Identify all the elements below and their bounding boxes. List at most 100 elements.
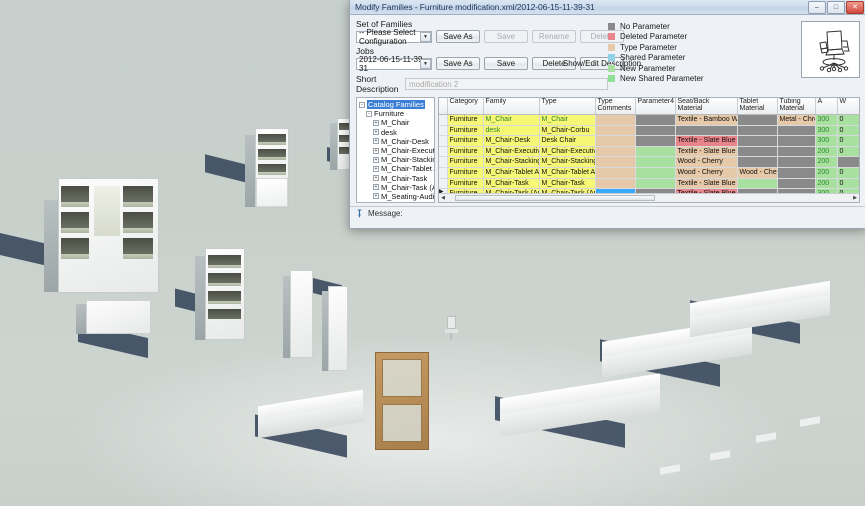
furniture-chair[interactable] <box>710 448 730 464</box>
table-cell[interactable]: 200 <box>815 156 838 168</box>
table-cell[interactable]: 200 <box>815 167 838 179</box>
pin-icon[interactable] <box>355 209 364 218</box>
table-cell[interactable] <box>737 125 778 137</box>
table-cell[interactable] <box>635 156 676 168</box>
table-cell[interactable]: 0 <box>837 135 859 147</box>
furniture-chair[interactable] <box>756 430 776 446</box>
tree-expander-icon[interactable]: - <box>359 101 365 108</box>
table-cell[interactable] <box>777 178 816 190</box>
table-cell[interactable]: 0 <box>837 114 859 126</box>
table-cell[interactable] <box>737 146 778 158</box>
furniture-bookcase-tall[interactable] <box>195 248 245 340</box>
row-selector[interactable] <box>439 178 448 190</box>
col-type-comments[interactable]: Type Comments <box>595 98 636 115</box>
table-cell[interactable] <box>595 135 636 147</box>
furniture-slab[interactable] <box>258 389 363 439</box>
set-of-families-combo[interactable]: -- Please Select Configuration ▼ <box>356 28 432 46</box>
tree-expander-icon[interactable]: + <box>373 193 379 200</box>
table-cell[interactable]: 200 <box>815 178 838 190</box>
table-cell[interactable]: M_Chair <box>539 114 596 126</box>
tree-node-m-seating-auditorium[interactable]: + M_Seating-Auditorium <box>359 192 434 201</box>
title-bar[interactable]: Modify Families - Furniture modification… <box>350 0 865 15</box>
table-cell[interactable]: M_Chair-Tablet Arm <box>539 167 596 179</box>
table-cell[interactable]: Furniture <box>447 146 484 158</box>
tree-expander-icon[interactable]: + <box>373 138 379 145</box>
table-cell[interactable]: 0 <box>837 178 859 190</box>
table-cell[interactable]: Furniture <box>447 114 484 126</box>
furniture-box[interactable] <box>76 300 151 334</box>
tree-node-m-chair-executive[interactable]: + M_Chair-Executive <box>359 146 434 155</box>
table-cell[interactable]: M_Chair-Corbu <box>539 125 596 137</box>
table-cell[interactable]: Textile - Bamboo Weave <box>675 114 738 126</box>
set-of-families-value[interactable]: -- Please Select Configuration <box>356 28 432 46</box>
furniture-door[interactable] <box>375 352 429 450</box>
tree-node-m-chair-tablet-arm[interactable]: + M_Chair-Tablet Arm <box>359 164 434 173</box>
furniture-bench[interactable] <box>690 280 830 338</box>
minimize-icon[interactable]: – <box>808 1 826 14</box>
jobs-combo[interactable]: 2012-06-15-11-39-31 ▼ <box>356 55 432 73</box>
furniture-bench[interactable] <box>602 318 752 378</box>
modify-families-dialog[interactable]: Modify Families - Furniture modification… <box>349 0 865 229</box>
table-cell[interactable] <box>737 135 778 147</box>
tree-expander-icon[interactable]: + <box>373 129 379 136</box>
tree-expander-icon[interactable]: + <box>373 119 379 126</box>
table-cell[interactable]: Desk Chair <box>539 135 596 147</box>
tree-node-m-chair-task-arms[interactable]: + M_Chair-Task (Arms) <box>359 183 434 192</box>
col-parameter4[interactable]: Parameter4 <box>635 98 676 115</box>
table-row[interactable]: Furniture M_Chair M_Chair Textile - Bamboo … <box>439 114 859 126</box>
table-cell[interactable]: M_Chair-Executive <box>483 146 540 158</box>
tree-node-desk[interactable]: + desk <box>359 128 434 137</box>
jobs-value[interactable]: 2012-06-15-11-39-31 <box>356 55 432 73</box>
table-cell[interactable]: Furniture <box>447 156 484 168</box>
table-cell[interactable]: Wood - Cherry <box>675 167 738 179</box>
table-cell[interactable]: M_Chair-Stacking <box>483 156 540 168</box>
table-cell[interactable]: 0 <box>837 146 859 158</box>
tree-expander-icon[interactable]: - <box>366 110 372 117</box>
table-cell[interactable] <box>595 114 636 126</box>
table-row[interactable]: Furniture M_Chair-Executive M_Chair-Execut… <box>439 146 859 158</box>
table-cell[interactable]: 200 <box>815 146 838 158</box>
families-grid[interactable]: Category Family Type Type Comments Param… <box>438 97 860 203</box>
horizontal-scrollbar[interactable]: ◀ ▶ <box>439 193 859 202</box>
row-selector[interactable] <box>439 156 448 168</box>
row-selector[interactable] <box>439 114 448 126</box>
col-w[interactable]: W <box>837 98 859 115</box>
scroll-left-icon[interactable]: ◀ <box>439 194 447 202</box>
table-cell[interactable]: M_Chair-Tablet Arm <box>483 167 540 179</box>
table-cell[interactable]: Furniture <box>447 135 484 147</box>
table-cell[interactable] <box>595 167 636 179</box>
furniture-cabinet[interactable] <box>245 128 289 208</box>
furniture-chair[interactable] <box>443 316 459 340</box>
table-row[interactable]: FurnitureM_Chair-Tablet ArmM_Chair-Table… <box>439 167 859 179</box>
tree-node-m-chair-task[interactable]: + M_Chair-Task <box>359 174 434 183</box>
col-tablet-material[interactable]: Tablet Material <box>737 98 778 115</box>
furniture-bench[interactable] <box>500 373 660 437</box>
table-cell[interactable]: 0 <box>837 125 859 137</box>
tree-node-furniture[interactable]: - Furniture <box>359 109 434 118</box>
tree-expander-icon[interactable]: + <box>373 147 379 154</box>
col-family[interactable]: Family <box>483 98 540 115</box>
table-cell[interactable] <box>737 156 778 168</box>
row-selector[interactable] <box>439 146 448 158</box>
table-cell[interactable] <box>595 125 636 137</box>
table-cell[interactable]: M_Chair-Desk <box>483 135 540 147</box>
table-row[interactable]: Furniture M_Chair-Stacking M_Chair-Stackin… <box>439 156 859 168</box>
table-cell[interactable]: M_Chair-Stacking <box>539 156 596 168</box>
table-cell[interactable] <box>595 146 636 158</box>
table-cell[interactable] <box>777 156 816 168</box>
short-description-input[interactable]: modification 2 <box>405 78 608 90</box>
table-cell[interactable] <box>595 156 636 168</box>
tree-node-catalog-families[interactable]: - Catalog Families <box>359 100 434 110</box>
furniture-chair[interactable] <box>800 414 820 430</box>
table-cell[interactable] <box>837 156 859 168</box>
tree-expander-icon[interactable]: + <box>373 175 379 182</box>
furniture-panel[interactable] <box>283 270 313 358</box>
tree-expander-icon[interactable]: + <box>373 156 379 163</box>
table-cell[interactable]: Furniture <box>447 125 484 137</box>
jobs-save-button[interactable]: Save <box>484 57 528 70</box>
close-icon[interactable]: ✕ <box>846 1 864 14</box>
tree-expander-icon[interactable]: + <box>373 165 379 172</box>
col-type[interactable]: Type <box>539 98 596 115</box>
row-selector[interactable] <box>439 135 448 147</box>
table-cell[interactable] <box>635 135 676 147</box>
